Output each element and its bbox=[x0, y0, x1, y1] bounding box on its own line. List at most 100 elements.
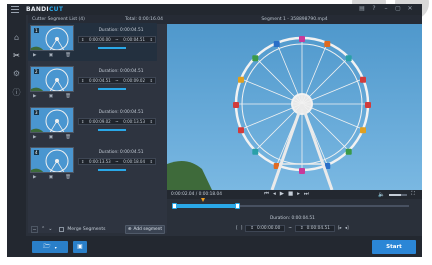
segment-time-range[interactable]: ⇕ 0:00:00.00 ~0:00:04.51 ⇕ bbox=[78, 36, 156, 43]
dropdown-arrow-icon: ▾ bbox=[54, 244, 57, 250]
merge-label: Merge Segments bbox=[67, 226, 106, 232]
segment-thumbnail[interactable]: 2 bbox=[30, 66, 74, 92]
step-forward-icon[interactable]: ▸ bbox=[297, 191, 300, 198]
segment-range-bar bbox=[98, 47, 126, 49]
segment-number: 1 bbox=[34, 28, 39, 33]
merge-checkbox[interactable] bbox=[59, 226, 65, 232]
segment-time-range[interactable]: ⇕ 0:00:13.53 ~0:00:18.04 ⇕ bbox=[78, 158, 156, 165]
chevron-up-icon[interactable]: ⌃ bbox=[41, 226, 45, 232]
spin-icon[interactable]: ⇕ bbox=[81, 78, 84, 83]
segment-range-bar bbox=[98, 88, 126, 90]
spin-icon[interactable]: ⇕ bbox=[150, 78, 153, 83]
spin-icon[interactable]: ⇕ bbox=[250, 226, 254, 231]
bottom-bar: 🗁 ▾ ▣ Start bbox=[7, 236, 422, 257]
player-controls: 0:00:02.04 / 0:00:18.04 ⏮ ◂ ▶ ■ ▸ ⏭ 🔈 ⛶ bbox=[167, 190, 422, 199]
segment-row[interactable]: 2 ▶ ▣ 🗑 Duration: 0:00:04.51 ⇕ 0:00:04.51 ~0:00… bbox=[28, 64, 157, 102]
app-window: BANDICUT ▤ ? – ▢ ✕ ⌂ ✂ ⚙ ⓘ ⚙ Cutter Segm… bbox=[7, 4, 422, 257]
hamburger-menu-icon[interactable] bbox=[11, 6, 19, 13]
title-bar: BANDICUT ▤ ? – ▢ ✕ bbox=[7, 4, 422, 15]
delete-icon[interactable]: 🗑 bbox=[65, 94, 71, 99]
timeline-selection bbox=[173, 204, 237, 208]
save-icon[interactable]: ▣ bbox=[49, 94, 53, 99]
range-start-handle[interactable] bbox=[172, 203, 177, 209]
segment-duration: Duration: 0:00:04.51 bbox=[98, 110, 144, 115]
segment-row[interactable]: 1 ▶ ▣ 🗑 Duration: 0:00:04.51 ⇕ 0:00:00.00 ~0:00… bbox=[28, 23, 157, 61]
delete-icon[interactable]: 🗑 bbox=[65, 135, 71, 140]
spin-icon[interactable]: ⇕ bbox=[150, 119, 153, 124]
segment-number: 3 bbox=[34, 110, 39, 115]
set-end-icon[interactable]: ] bbox=[241, 226, 243, 231]
restore-icon[interactable]: ▢ bbox=[394, 5, 402, 12]
jump-end-icon[interactable]: ◂] bbox=[345, 226, 349, 231]
start-button[interactable]: Start bbox=[372, 240, 416, 254]
segment-row[interactable]: 3 ▶ ▣ 🗑 Duration: 0:00:04.51 ⇕ 0:00:09.02 ~0:00… bbox=[28, 105, 157, 143]
volume-icon[interactable]: 🔈 bbox=[378, 192, 385, 198]
info-icon[interactable]: ⓘ bbox=[11, 87, 22, 98]
segment-list-title: Cutter Segment List (4) bbox=[32, 17, 85, 22]
app-logo: BANDICUT bbox=[26, 6, 64, 13]
player-title: Segment 1 - 358898790.mp4 bbox=[167, 15, 422, 24]
step-back-icon[interactable]: ◂ bbox=[273, 191, 276, 198]
segment-number: 4 bbox=[34, 150, 39, 155]
left-rail: ⌂ ✂ ⚙ ⓘ ⚙ bbox=[7, 15, 26, 257]
plus-icon: ⊕ bbox=[127, 227, 132, 232]
play-icon[interactable]: ▶ bbox=[280, 191, 284, 198]
segment-time-range[interactable]: ⇕ 0:00:04.51 ~0:00:09.02 ⇕ bbox=[78, 77, 156, 84]
spin-icon[interactable]: ⇕ bbox=[81, 159, 84, 164]
save-icon[interactable]: ▣ bbox=[49, 175, 53, 180]
segment-duration: Duration: 0:00:04.51 bbox=[98, 28, 144, 33]
play-icon[interactable]: ▶ bbox=[33, 175, 36, 180]
segment-thumbnail[interactable]: 3 bbox=[30, 107, 74, 133]
set-start-icon[interactable]: [ bbox=[236, 226, 238, 231]
range-start-field[interactable]: ⇕ 0:00:00.00 bbox=[245, 225, 286, 232]
play-icon[interactable]: ▶ bbox=[33, 94, 36, 99]
save-icon[interactable]: ▣ bbox=[49, 135, 53, 140]
segment-list-total: Total: 0:00:16.04 bbox=[125, 17, 163, 22]
previous-icon[interactable]: ⏮ bbox=[264, 191, 269, 198]
cutter-icon[interactable]: ✂ bbox=[11, 50, 22, 61]
settings-gear-icon[interactable]: ⚙ bbox=[11, 68, 22, 79]
spin-icon[interactable]: ⇕ bbox=[150, 159, 153, 164]
range-end-handle[interactable] bbox=[235, 203, 240, 209]
segment-duration: Duration: 0:00:04.51 bbox=[98, 150, 144, 155]
segment-range-bar bbox=[98, 169, 126, 171]
folder-icon[interactable]: ▤ bbox=[358, 5, 366, 12]
spin-icon[interactable]: ⇕ bbox=[300, 226, 304, 231]
play-icon[interactable]: ▶ bbox=[33, 53, 36, 58]
video-preview[interactable] bbox=[167, 24, 422, 190]
segment-time-range[interactable]: ⇕ 0:00:09.02 ~0:00:13.53 ⇕ bbox=[78, 118, 156, 125]
delete-icon[interactable]: 🗑 bbox=[65, 53, 71, 58]
segment-thumbnail[interactable]: 1 bbox=[30, 25, 74, 51]
delete-icon[interactable]: 🗑 bbox=[65, 175, 71, 180]
remove-icon[interactable]: − bbox=[31, 225, 38, 233]
volume-slider[interactable] bbox=[389, 193, 408, 196]
spin-icon[interactable]: ⇕ bbox=[150, 37, 153, 42]
save-button[interactable]: ▣ bbox=[73, 241, 87, 253]
segment-range-bar bbox=[98, 129, 126, 131]
playback-time: 0:00:02.04 / 0:00:18.04 bbox=[171, 192, 222, 197]
help-icon[interactable]: ? bbox=[370, 5, 378, 12]
home-icon[interactable]: ⌂ bbox=[11, 32, 22, 43]
save-icon[interactable]: ▣ bbox=[49, 53, 53, 58]
close-icon[interactable]: ✕ bbox=[406, 5, 414, 12]
range-end-field[interactable]: ⇕ 0:00:04.51 bbox=[294, 225, 335, 232]
stop-icon[interactable]: ■ bbox=[288, 191, 293, 198]
segment-row[interactable]: 4 ▶ ▣ 🗑 Duration: 0:00:04.51 ⇕ 0:00:13.53 ~0:00… bbox=[28, 145, 157, 183]
playhead-marker[interactable] bbox=[201, 198, 205, 202]
range-inputs: [ ] ⇕ 0:00:00.00 ~ ⇕ 0:00:04.51 [▸ ◂] bbox=[236, 225, 349, 232]
minimize-icon[interactable]: – bbox=[382, 5, 390, 12]
add-segment-button[interactable]: ⊕ Add segment bbox=[125, 225, 165, 234]
segment-thumbnail[interactable]: 4 bbox=[30, 147, 74, 173]
next-icon[interactable]: ⏭ bbox=[304, 191, 309, 198]
jump-icon[interactable]: [▸ bbox=[338, 226, 342, 231]
play-icon[interactable]: ▶ bbox=[33, 135, 36, 140]
chevron-down-icon[interactable]: ⌄ bbox=[48, 226, 52, 232]
film-icon: ▣ bbox=[77, 243, 83, 250]
open-file-button[interactable]: 🗁 ▾ bbox=[32, 241, 68, 253]
fullscreen-icon[interactable]: ⛶ bbox=[411, 191, 415, 198]
timeline[interactable] bbox=[169, 198, 411, 210]
range-duration: Duration: 0:00:04.51 bbox=[270, 216, 315, 221]
segment-list-footer: − ⌃ ⌄ Merge Segments ⊕ Add segment bbox=[28, 222, 167, 236]
spin-icon[interactable]: ⇕ bbox=[81, 37, 84, 42]
spin-icon[interactable]: ⇕ bbox=[81, 119, 84, 124]
